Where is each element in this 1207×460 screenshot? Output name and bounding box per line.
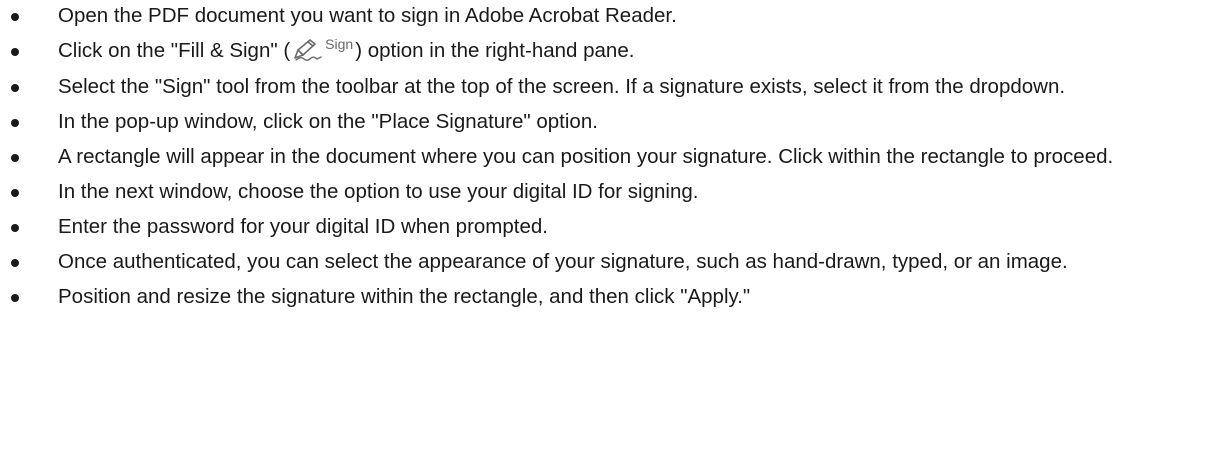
bullet-icon	[11, 48, 19, 56]
bullet-icon	[11, 294, 19, 302]
bullet-icon	[11, 259, 19, 267]
step-text-before: Click on the "Fill & Sign" (	[58, 39, 291, 62]
step-text: A rectangle will appear in the document …	[58, 145, 1114, 168]
step-text: Select the "Sign" tool from the toolbar …	[58, 75, 1066, 98]
list-item: Open the PDF document you want to sign i…	[0, 2, 1207, 30]
bullet-icon	[11, 224, 19, 232]
document-page: Open the PDF document you want to sign i…	[0, 0, 1207, 460]
bullet-icon	[11, 154, 19, 162]
step-text: In the next window, choose the option to…	[58, 180, 699, 203]
fill-and-sign-icon: Sign	[292, 36, 354, 66]
list-item: In the pop-up window, click on the "Plac…	[0, 108, 1207, 136]
step-text: Enter the password for your digital ID w…	[58, 215, 548, 238]
list-item: Position and resize the signature within…	[0, 283, 1207, 311]
list-item: Click on the "Fill & Sign" ( Sign) optio…	[0, 36, 1207, 66]
list-item: Select the "Sign" tool from the toolbar …	[0, 73, 1207, 101]
step-text: Once authenticated, you can select the a…	[58, 250, 1068, 273]
step-text: Open the PDF document you want to sign i…	[58, 4, 677, 27]
pen-icon	[294, 39, 322, 61]
list-item: Enter the password for your digital ID w…	[0, 213, 1207, 241]
bullet-icon	[11, 13, 19, 21]
bullet-icon	[11, 84, 19, 92]
step-text: In the pop-up window, click on the "Plac…	[58, 110, 598, 133]
sign-icon-label: Sign	[325, 36, 354, 52]
step-text: Position and resize the signature within…	[58, 285, 751, 308]
bullet-icon	[11, 189, 19, 197]
instruction-list: Open the PDF document you want to sign i…	[0, 2, 1207, 311]
list-item: In the next window, choose the option to…	[0, 178, 1207, 206]
bullet-icon	[11, 119, 19, 127]
list-item: A rectangle will appear in the document …	[0, 143, 1207, 171]
list-item: Once authenticated, you can select the a…	[0, 248, 1207, 276]
step-text-after: ) option in the right-hand pane.	[355, 39, 635, 62]
